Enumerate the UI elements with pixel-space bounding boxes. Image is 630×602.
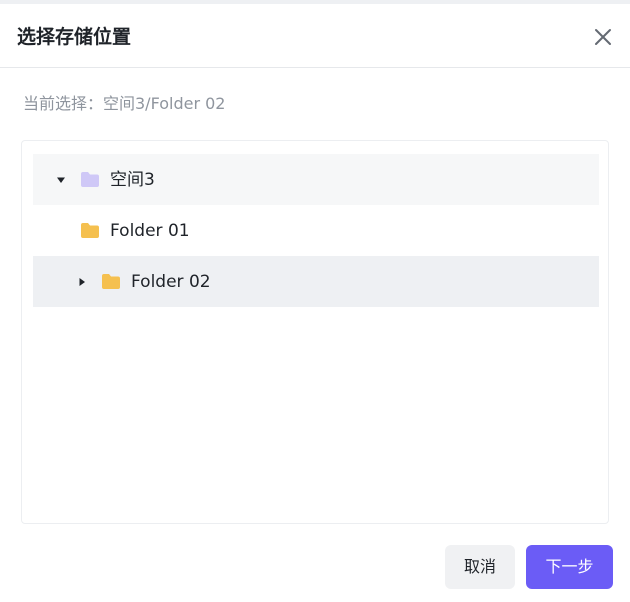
tree-node-folder-01[interactable]: Folder 01	[33, 205, 599, 256]
tree-node-label: 空间3	[110, 169, 155, 190]
select-storage-dialog: 选择存储位置 当前选择：空间3/Folder 02 空间3 Folder 01	[0, 4, 630, 602]
folder-tree: 空间3 Folder 01 Folder 02	[21, 140, 609, 524]
caret-down-icon[interactable]	[56, 175, 66, 185]
current-selection: 当前选择：空间3/Folder 02	[23, 94, 226, 113]
tree-node-space[interactable]: 空间3	[33, 154, 599, 205]
folder-icon	[102, 274, 120, 289]
dialog-title: 选择存储位置	[17, 26, 132, 48]
tree-node-label: Folder 01	[110, 220, 190, 241]
close-icon	[595, 29, 611, 45]
tree-node-folder-02[interactable]: Folder 02	[33, 256, 599, 307]
space-icon	[81, 172, 99, 187]
close-button[interactable]	[590, 24, 616, 50]
cancel-button[interactable]: 取消	[445, 545, 515, 589]
folder-icon	[81, 223, 99, 238]
next-step-button[interactable]: 下一步	[526, 545, 613, 589]
tree-node-label: Folder 02	[131, 271, 211, 292]
caret-right-icon[interactable]	[77, 277, 87, 287]
dialog-header: 选择存储位置	[0, 4, 630, 68]
